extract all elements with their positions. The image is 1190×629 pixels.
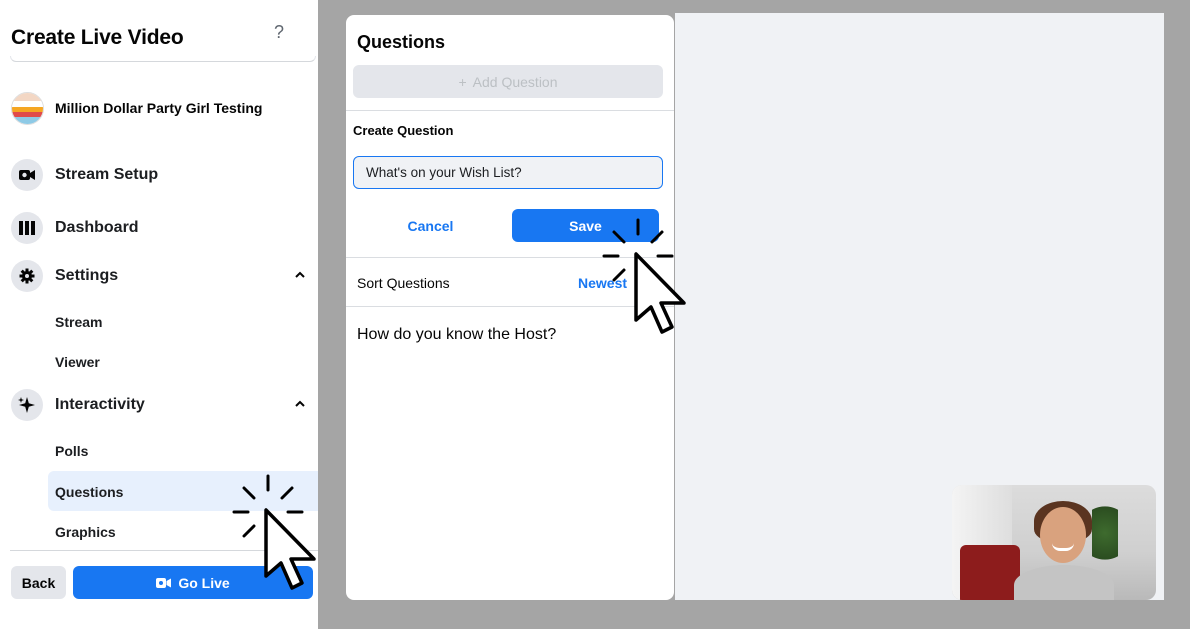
nav-label: Settings xyxy=(55,267,119,284)
dashboard-columns-icon xyxy=(11,212,43,244)
gear-icon xyxy=(11,260,43,292)
add-question-button[interactable]: + Add Question xyxy=(353,65,663,98)
nav-label: Dashboard xyxy=(55,219,139,236)
sub-item-stream[interactable]: Stream xyxy=(55,314,102,330)
sort-label: Sort Questions xyxy=(357,275,450,291)
panel-title: Questions xyxy=(357,32,446,52)
back-button[interactable]: Back xyxy=(11,566,66,599)
create-question-label: Create Question xyxy=(353,123,454,138)
divider xyxy=(346,110,674,111)
chevron-up-icon[interactable] xyxy=(295,270,305,280)
click-cursor-icon xyxy=(602,218,686,334)
page-title: Create Live Video xyxy=(11,26,184,49)
help-icon[interactable]: ? xyxy=(274,22,284,43)
page-name: Million Dollar Party Girl Testing xyxy=(55,100,263,116)
add-question-label: Add Question xyxy=(472,73,558,90)
nav-stream-setup[interactable]: Stream Setup xyxy=(11,159,311,191)
sparkle-icon xyxy=(11,389,43,421)
divider xyxy=(10,56,316,62)
go-live-label: Go Live xyxy=(178,574,230,591)
sub-item-viewer[interactable]: Viewer xyxy=(55,354,100,370)
sub-item-questions[interactable]: Questions xyxy=(55,484,123,500)
nav-settings[interactable]: Settings xyxy=(11,260,311,292)
plus-icon: + xyxy=(458,73,467,90)
camera-preview xyxy=(952,485,1156,600)
cancel-button[interactable]: Cancel xyxy=(353,209,508,242)
nav-interactivity[interactable]: Interactivity xyxy=(11,389,311,421)
live-video-icon xyxy=(156,577,172,588)
video-camera-icon xyxy=(11,159,43,191)
sub-item-graphics[interactable]: Graphics xyxy=(55,524,116,540)
chevron-up-icon[interactable] xyxy=(295,399,305,409)
nav-label: Stream Setup xyxy=(55,166,159,183)
question-item[interactable]: How do you know the Host? xyxy=(357,326,556,344)
nav-dashboard[interactable]: Dashboard xyxy=(11,212,311,244)
page-avatar xyxy=(11,92,44,125)
question-input[interactable] xyxy=(353,156,663,189)
nav-label: Interactivity xyxy=(55,396,145,413)
click-cursor-icon xyxy=(232,474,316,590)
sub-item-polls[interactable]: Polls xyxy=(55,443,88,459)
